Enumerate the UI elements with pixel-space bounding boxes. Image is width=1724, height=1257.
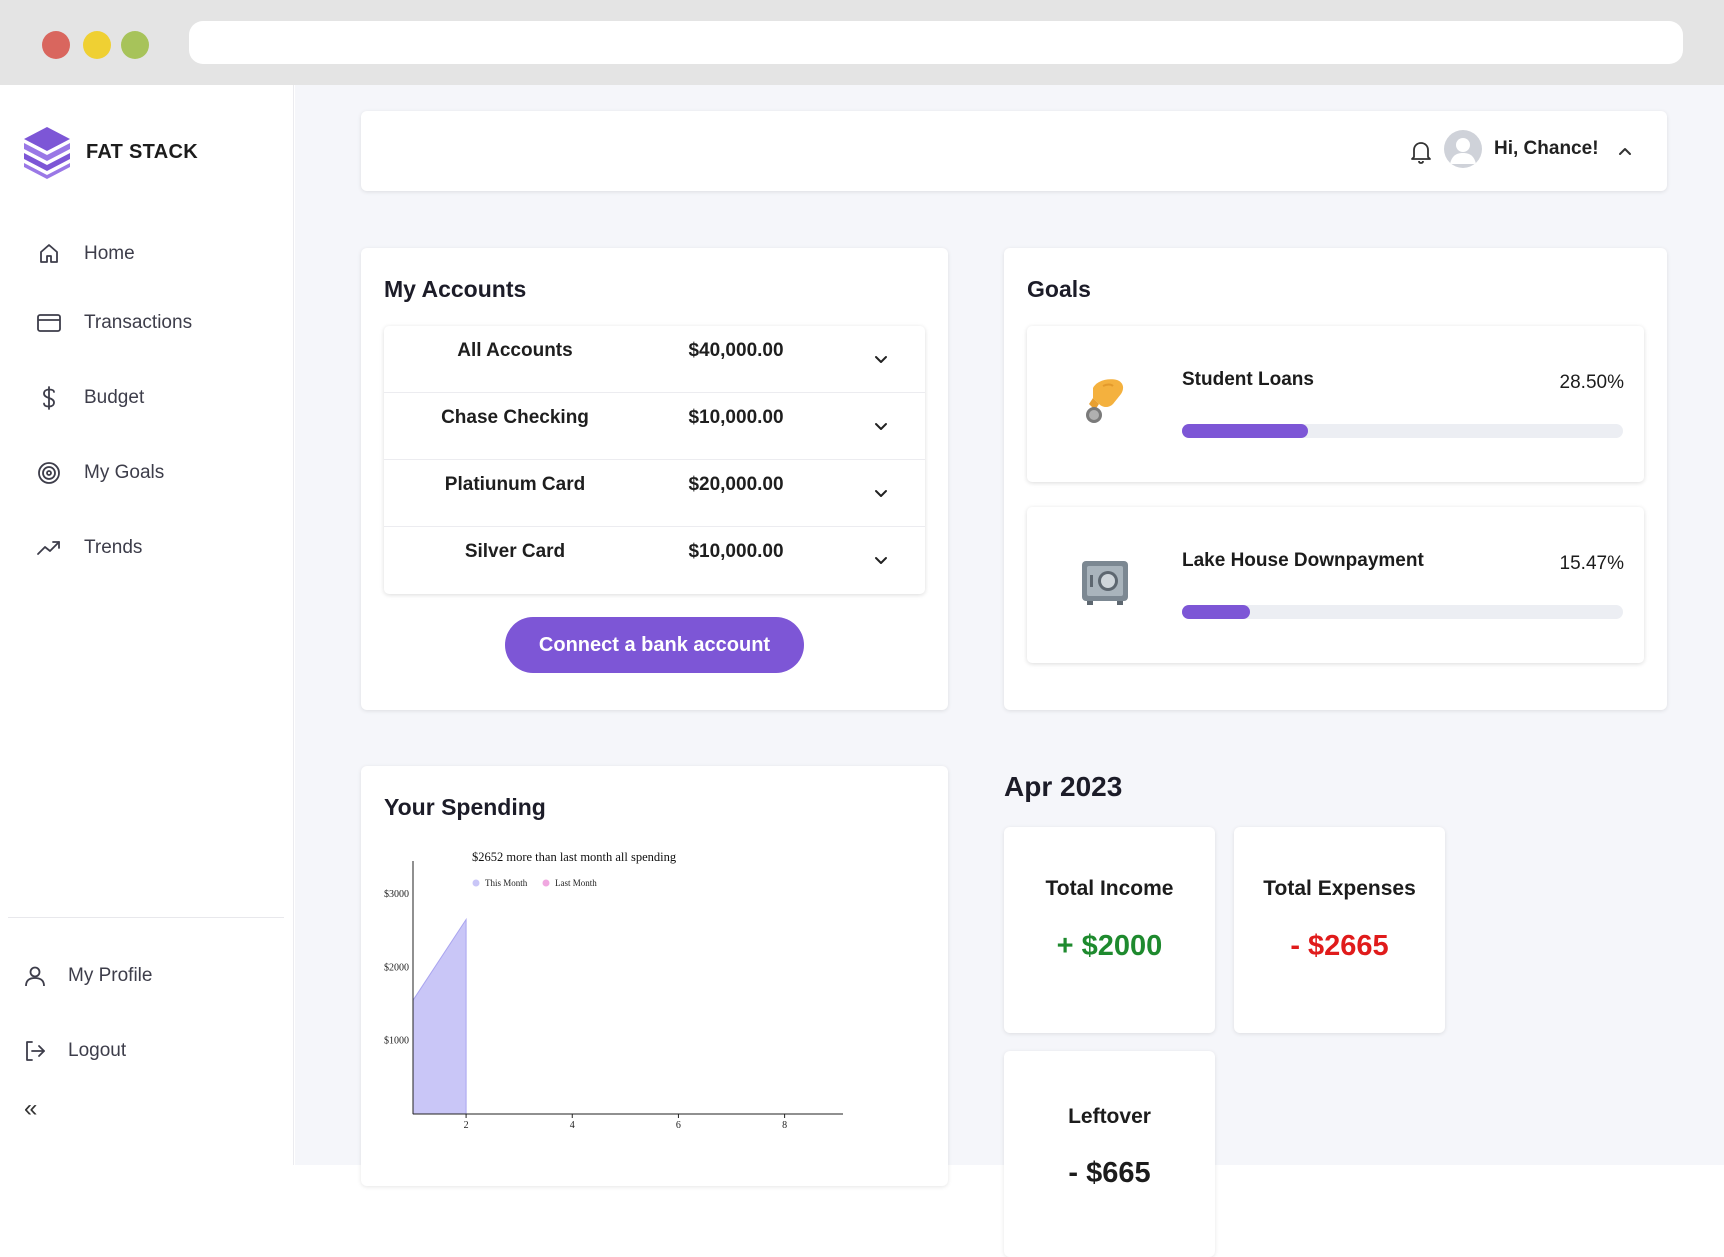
account-amount: $40,000.00 <box>688 340 784 361</box>
trending-up-icon <box>36 535 62 561</box>
sidebar-item-logout[interactable]: Logout <box>22 1035 126 1067</box>
goal-item-student-loans[interactable]: Student Loans 28.50% <box>1027 326 1644 482</box>
browser-chrome <box>0 0 1724 85</box>
accounts-list: All Accounts $40,000.00 Chase Checking $… <box>384 326 925 594</box>
window-close-button[interactable] <box>42 31 70 59</box>
user-greeting[interactable]: Hi, Chance! <box>1494 138 1599 160</box>
chevron-up-icon[interactable] <box>1618 143 1632 161</box>
chevron-down-icon[interactable] <box>874 553 888 571</box>
sidebar-item-label: Home <box>84 243 135 264</box>
leftover-label: Leftover <box>1068 1105 1151 1128</box>
legend-label-last-month: Last Month <box>555 878 597 888</box>
chevron-down-icon[interactable] <box>874 352 888 370</box>
total-income-card: Total Income + $2000 <box>1004 827 1215 1033</box>
goals-card: Goals Student Loans 28.50% Lake House Do… <box>1004 248 1667 710</box>
chart-title: $2652 more than last month all spending <box>472 850 677 864</box>
spending-chart: $2652 more than last month all spending … <box>384 850 843 1131</box>
account-amount: $20,000.00 <box>688 474 784 495</box>
account-name: All Accounts <box>457 340 573 361</box>
sidebar-item-my-profile[interactable]: My Profile <box>22 960 152 992</box>
goal-percent: 15.47% <box>1559 553 1624 574</box>
stack-logo-icon <box>24 127 70 179</box>
sidebar-divider <box>8 917 284 918</box>
sidebar-item-transactions[interactable]: Transactions <box>36 307 192 339</box>
goals-title: Goals <box>1027 276 1091 302</box>
sidebar-item-label: Logout <box>68 1040 127 1061</box>
collapse-sidebar-button[interactable]: « <box>24 1095 37 1123</box>
total-expenses-label: Total Expenses <box>1263 877 1416 900</box>
total-income-label: Total Income <box>1045 877 1174 900</box>
sidebar: FAT STACK Home Transactions Budget My Go… <box>0 85 294 1165</box>
total-expenses-card: Total Expenses - $2665 <box>1234 827 1445 1033</box>
leftover-card: Leftover - $665 <box>1004 1051 1215 1257</box>
y-tick-label: $2000 <box>384 962 409 973</box>
goal-progress-fill <box>1182 424 1308 438</box>
goal-name: Lake House Downpayment <box>1182 550 1424 571</box>
month-title: Apr 2023 <box>1004 771 1123 802</box>
dollar-icon <box>36 385 62 411</box>
home-icon <box>36 241 62 267</box>
address-bar[interactable] <box>189 21 1683 64</box>
account-row[interactable]: Silver Card $10,000.00 <box>384 527 925 594</box>
avatar[interactable] <box>1444 130 1482 168</box>
sidebar-item-budget[interactable]: Budget <box>36 382 144 414</box>
account-row[interactable]: Platiunum Card $20,000.00 <box>384 460 925 527</box>
sidebar-item-label: Trends <box>84 537 143 558</box>
top-bar: Hi, Chance! <box>361 111 1667 191</box>
accounts-title: My Accounts <box>384 276 527 302</box>
main-content: Hi, Chance! My Accounts All Accounts $40… <box>295 85 1724 1257</box>
goal-item-lake-house[interactable]: Lake House Downpayment 15.47% <box>1027 507 1644 663</box>
sidebar-item-label: My Goals <box>84 462 165 483</box>
account-amount: $10,000.00 <box>688 407 784 428</box>
window-minimize-button[interactable] <box>83 31 111 59</box>
x-tick-label: 8 <box>782 1120 787 1131</box>
account-amount: $10,000.00 <box>688 541 784 562</box>
sidebar-item-label: Transactions <box>84 312 193 333</box>
spending-card: Your Spending $2652 more than last month… <box>361 766 948 1186</box>
leftover-value: - $665 <box>1068 1157 1151 1189</box>
x-tick-label: 4 <box>570 1120 575 1131</box>
y-tick-label: $3000 <box>384 889 409 900</box>
total-income-value: + $2000 <box>1056 930 1163 962</box>
goal-progress-track <box>1182 424 1623 438</box>
account-name: Platiunum Card <box>444 474 586 495</box>
total-expenses-value: - $2665 <box>1290 930 1389 962</box>
connect-bank-account-button[interactable]: Connect a bank account <box>505 617 804 673</box>
window-maximize-button[interactable] <box>121 31 149 59</box>
goal-progress-track <box>1182 605 1623 619</box>
sidebar-item-label: Budget <box>84 387 145 408</box>
chevron-down-icon[interactable] <box>874 419 888 437</box>
sidebar-item-home[interactable]: Home <box>36 238 135 270</box>
account-name: Chase Checking <box>441 407 589 428</box>
legend-swatch-last-month <box>542 879 550 887</box>
notification-bell-icon[interactable] <box>1409 139 1433 170</box>
sidebar-item-my-goals[interactable]: My Goals <box>36 457 164 489</box>
app-logo[interactable]: FAT STACK <box>22 125 198 179</box>
legend-swatch-this-month <box>472 879 480 887</box>
user-icon <box>22 963 48 989</box>
target-icon <box>36 460 62 486</box>
account-name: Silver Card <box>464 541 566 562</box>
series-area-this-month <box>412 917 467 1115</box>
goal-progress-fill <box>1182 605 1251 619</box>
goal-name: Student Loans <box>1182 369 1314 390</box>
x-tick-label: 2 <box>464 1120 469 1131</box>
safe-icon <box>1079 555 1131 612</box>
sidebar-item-trends[interactable]: Trends <box>36 532 142 564</box>
account-row[interactable]: Chase Checking $10,000.00 <box>384 393 925 460</box>
account-row[interactable]: All Accounts $40,000.00 <box>384 326 925 393</box>
x-tick-label: 6 <box>676 1120 681 1131</box>
goal-percent: 28.50% <box>1559 372 1624 393</box>
logout-icon <box>22 1038 48 1064</box>
hand-coin-icon <box>1079 374 1131 431</box>
sidebar-item-label: My Profile <box>68 965 153 986</box>
credit-card-icon <box>36 310 62 336</box>
app-name: FAT STACK <box>86 140 198 163</box>
legend-label-this-month: This Month <box>485 878 528 888</box>
accounts-card: My Accounts All Accounts $40,000.00 Chas… <box>361 248 948 710</box>
y-tick-label: $1000 <box>384 1036 409 1047</box>
chevron-down-icon[interactable] <box>874 486 888 504</box>
